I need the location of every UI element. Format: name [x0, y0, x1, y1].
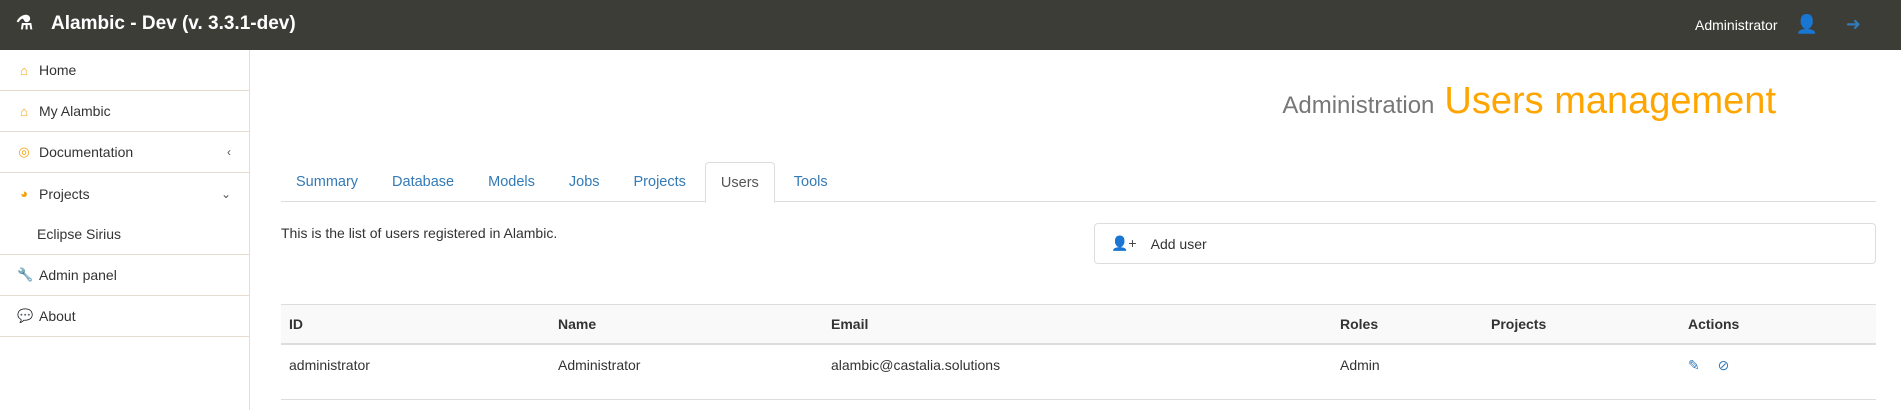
tab-projects[interactable]: Projects — [619, 162, 701, 201]
user-icon[interactable]: 👤 — [1795, 14, 1817, 35]
page-title: Users management — [1444, 80, 1776, 122]
brand[interactable]: ⚗ Alambic - Dev (v. 3.3.1-dev) — [16, 12, 296, 35]
tab-jobs[interactable]: Jobs — [554, 162, 615, 201]
add-user-label: Add user — [1150, 235, 1207, 252]
label: About — [39, 308, 76, 324]
cell-id: administrator — [281, 343, 550, 400]
sidebar-item-my-alambic[interactable]: ⌂ My Alambic — [0, 91, 249, 132]
sidebar-item-projects[interactable]: ◕ Projects ⌄ — [0, 173, 249, 214]
cell-roles: Admin — [1332, 343, 1483, 400]
chevron-down-icon: ⌄ — [220, 186, 231, 201]
label: My Alambic — [39, 103, 111, 119]
user-plus-icon: 👤+ — [1111, 235, 1137, 251]
user-name[interactable]: Administrator — [1695, 17, 1777, 33]
cell-email: alambic@castalia.solutions — [823, 343, 1332, 400]
sidebar-item-about[interactable]: 💬 About — [0, 296, 249, 337]
tab-models[interactable]: Models — [473, 162, 550, 201]
sidebar-item-home[interactable]: ⌂ Home — [0, 50, 249, 91]
table-row: administrator Administrator alambic@cast… — [281, 343, 1876, 400]
home-icon: ⌂ — [20, 103, 28, 119]
col-roles: Roles — [1332, 304, 1483, 345]
users-table: ID Name Email Roles Projects Actions adm… — [281, 304, 1876, 400]
tab-tools[interactable]: Tools — [779, 162, 843, 201]
sidebar: ⌂ Home ⌂ My Alambic ◎ Documentation ‹ ◕ Proje… — [0, 50, 250, 410]
tab-summary[interactable]: Summary — [281, 162, 373, 201]
dashboard-icon: ◕ — [20, 186, 28, 201]
admin-tabs: Summary Database Models Jobs Projects Us… — [281, 162, 1876, 203]
life-ring-icon: ◎ — [18, 144, 30, 159]
col-email: Email — [823, 304, 1332, 345]
app-title: Alambic - Dev (v. 3.3.1-dev) — [51, 12, 296, 34]
cell-name: Administrator — [550, 343, 823, 400]
col-actions: Actions — [1680, 304, 1876, 345]
col-name: Name — [550, 304, 823, 345]
col-projects: Projects — [1483, 304, 1680, 345]
label: Home — [39, 62, 77, 78]
cell-actions: ✎ ⊘ — [1680, 343, 1876, 400]
col-id: ID — [281, 304, 550, 345]
description: This is the list of users registered in … — [281, 225, 558, 241]
flask-icon: ⚗ — [16, 13, 34, 34]
label: Projects — [39, 185, 90, 202]
top-navbar: ⚗ Alambic - Dev (v. 3.3.1-dev) Administr… — [0, 0, 1901, 50]
chevron-left-icon: ‹ — [227, 145, 231, 159]
tab-users[interactable]: Users — [704, 162, 775, 203]
page-header: Administration Users management — [1282, 80, 1776, 123]
edit-icon[interactable]: ✎ — [1688, 357, 1700, 373]
wrench-icon: 🔧 — [17, 267, 34, 282]
ban-icon[interactable]: ⊘ — [1718, 357, 1730, 373]
label: Documentation — [39, 144, 134, 160]
add-user-button[interactable]: 👤+ Add user — [1094, 223, 1876, 264]
comment-icon: 💬 — [17, 308, 34, 323]
section-label: Administration — [1282, 92, 1435, 119]
home-icon: ⌂ — [20, 62, 28, 78]
sidebar-item-admin-panel[interactable]: 🔧 Admin panel — [0, 255, 249, 296]
sidebar-subitem-eclipse-sirius[interactable]: Eclipse Sirius — [0, 214, 249, 254]
tab-database[interactable]: Database — [377, 162, 469, 201]
sidebar-item-documentation[interactable]: ◎ Documentation ‹ — [0, 132, 249, 173]
cell-projects — [1483, 343, 1680, 400]
label: Admin panel — [39, 267, 117, 283]
logout-icon[interactable]: ➜ — [1846, 14, 1861, 35]
